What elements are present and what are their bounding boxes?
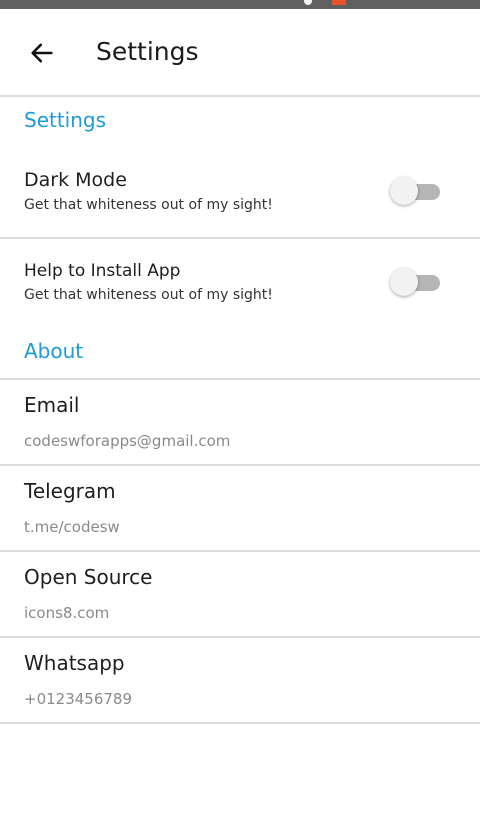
toggle-thumb bbox=[390, 177, 418, 205]
divider bbox=[0, 237, 480, 239]
section-header-about: About bbox=[24, 339, 84, 363]
setting-row-install-help[interactable]: Help to Install App Get that whiteness o… bbox=[0, 252, 480, 322]
about-value-telegram: t.me/codesw bbox=[24, 518, 120, 536]
about-value-whatsapp: +0123456789 bbox=[24, 690, 133, 708]
divider bbox=[0, 722, 480, 724]
install-help-toggle[interactable] bbox=[390, 267, 442, 297]
arrow-left-icon bbox=[31, 43, 53, 63]
back-button[interactable] bbox=[20, 31, 64, 75]
about-item-whatsapp[interactable]: Whatsapp +0123456789 bbox=[0, 638, 480, 722]
about-title-open-source: Open Source bbox=[24, 565, 153, 589]
setting-subtitle-install-help: Get that whiteness out of my sight! bbox=[24, 287, 273, 303]
status-bar bbox=[0, 0, 480, 9]
setting-subtitle-dark-mode: Get that whiteness out of my sight! bbox=[24, 197, 273, 213]
toggle-thumb bbox=[390, 268, 418, 296]
about-item-open-source[interactable]: Open Source icons8.com bbox=[0, 552, 480, 636]
notification-icon bbox=[304, 0, 312, 5]
about-item-telegram[interactable]: Telegram t.me/codesw bbox=[0, 466, 480, 550]
about-value-open-source: icons8.com bbox=[24, 604, 110, 622]
dark-mode-toggle[interactable] bbox=[390, 176, 442, 206]
about-title-whatsapp: Whatsapp bbox=[24, 651, 125, 675]
section-header-settings: Settings bbox=[24, 108, 107, 132]
about-value-email: codeswforapps@gmail.com bbox=[24, 432, 231, 450]
page-title: Settings bbox=[96, 37, 199, 66]
about-title-email: Email bbox=[24, 393, 80, 417]
battery-icon bbox=[332, 0, 346, 5]
app-bar: Settings bbox=[0, 9, 480, 97]
setting-row-dark-mode[interactable]: Dark Mode Get that whiteness out of my s… bbox=[0, 160, 480, 236]
setting-title-install-help: Help to Install App bbox=[24, 261, 181, 281]
about-item-email[interactable]: Email codeswforapps@gmail.com bbox=[0, 380, 480, 464]
about-title-telegram: Telegram bbox=[24, 479, 116, 503]
setting-title-dark-mode: Dark Mode bbox=[24, 169, 127, 191]
